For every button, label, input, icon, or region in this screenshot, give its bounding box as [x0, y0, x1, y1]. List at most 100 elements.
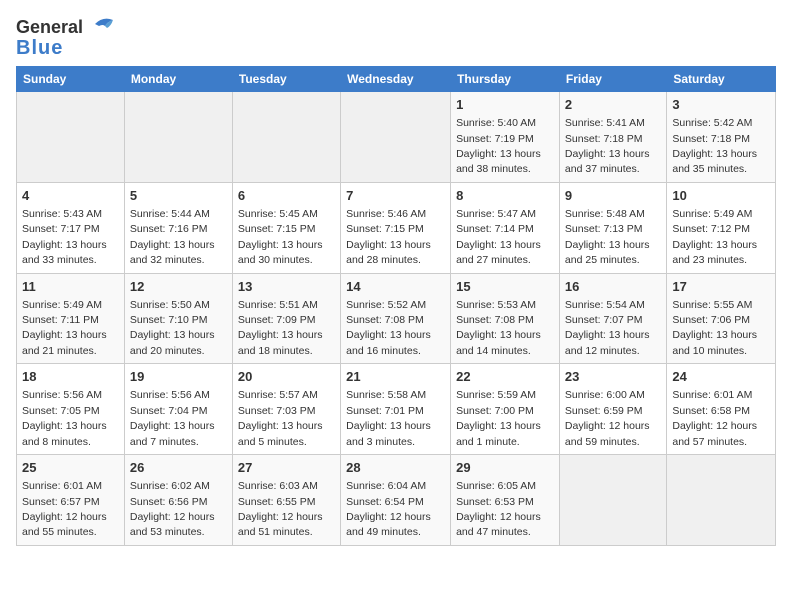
- day-detail: Sunrise: 5:56 AM Sunset: 7:04 PM Dayligh…: [130, 389, 215, 447]
- day-detail: Sunrise: 5:44 AM Sunset: 7:16 PM Dayligh…: [130, 208, 215, 266]
- day-number: 10: [672, 187, 770, 205]
- day-number: 11: [22, 278, 119, 296]
- day-number: 15: [456, 278, 554, 296]
- day-number: 17: [672, 278, 770, 296]
- day-detail: Sunrise: 5:40 AM Sunset: 7:19 PM Dayligh…: [456, 117, 541, 175]
- day-detail: Sunrise: 5:47 AM Sunset: 7:14 PM Dayligh…: [456, 208, 541, 266]
- day-detail: Sunrise: 6:04 AM Sunset: 6:54 PM Dayligh…: [346, 480, 431, 538]
- day-number: 21: [346, 368, 445, 386]
- day-detail: Sunrise: 6:00 AM Sunset: 6:59 PM Dayligh…: [565, 389, 650, 447]
- calendar-cell: 23Sunrise: 6:00 AM Sunset: 6:59 PM Dayli…: [559, 364, 666, 455]
- day-detail: Sunrise: 5:51 AM Sunset: 7:09 PM Dayligh…: [238, 299, 323, 357]
- calendar-cell: 11 Sunrise: 5:49 AM Sunset: 7:11 PM Dayli…: [17, 273, 125, 364]
- header: General Blue: [16, 16, 776, 58]
- calendar-cell: 2 Sunrise: 5:41 AM Sunset: 7:18 PM Daylig…: [559, 92, 666, 183]
- logo-text: General: [16, 18, 83, 36]
- week-row-3: 11 Sunrise: 5:49 AM Sunset: 7:11 PM Dayli…: [17, 273, 776, 364]
- calendar-cell: 27Sunrise: 6:03 AM Sunset: 6:55 PM Dayli…: [232, 455, 340, 546]
- calendar-cell: 8Sunrise: 5:47 AM Sunset: 7:14 PM Daylig…: [451, 182, 560, 273]
- calendar-cell: 3 Sunrise: 5:42 AM Sunset: 7:18 PM Daylig…: [667, 92, 776, 183]
- day-detail: Sunrise: 6:05 AM Sunset: 6:53 PM Dayligh…: [456, 480, 541, 538]
- day-number: 6: [238, 187, 335, 205]
- week-row-2: 4Sunrise: 5:43 AM Sunset: 7:17 PM Daylig…: [17, 182, 776, 273]
- calendar-cell: 1 Sunrise: 5:40 AM Sunset: 7:19 PM Daylig…: [451, 92, 560, 183]
- calendar-cell: 16Sunrise: 5:54 AM Sunset: 7:07 PM Dayli…: [559, 273, 666, 364]
- day-number: 7: [346, 187, 445, 205]
- calendar-cell: 4Sunrise: 5:43 AM Sunset: 7:17 PM Daylig…: [17, 182, 125, 273]
- day-detail: Sunrise: 5:58 AM Sunset: 7:01 PM Dayligh…: [346, 389, 431, 447]
- calendar-cell: [667, 455, 776, 546]
- col-header-sunday: Sunday: [17, 67, 125, 92]
- calendar-cell: 13 Sunrise: 5:51 AM Sunset: 7:09 PM Dayli…: [232, 273, 340, 364]
- calendar-cell: 7 Sunrise: 5:46 AM Sunset: 7:15 PM Daylig…: [341, 182, 451, 273]
- logo-blue-text: Blue: [16, 38, 63, 58]
- calendar-table: SundayMondayTuesdayWednesdayThursdayFrid…: [16, 66, 776, 546]
- calendar-cell: 24 Sunrise: 6:01 AM Sunset: 6:58 PM Dayli…: [667, 364, 776, 455]
- day-detail: Sunrise: 5:55 AM Sunset: 7:06 PM Dayligh…: [672, 299, 757, 357]
- day-number: 3: [672, 96, 770, 114]
- week-row-4: 18 Sunrise: 5:56 AM Sunset: 7:05 PM Dayli…: [17, 364, 776, 455]
- week-row-1: 1 Sunrise: 5:40 AM Sunset: 7:19 PM Daylig…: [17, 92, 776, 183]
- day-detail: Sunrise: 6:02 AM Sunset: 6:56 PM Dayligh…: [130, 480, 215, 538]
- day-number: 25: [22, 459, 119, 477]
- header-row: SundayMondayTuesdayWednesdayThursdayFrid…: [17, 67, 776, 92]
- day-number: 24: [672, 368, 770, 386]
- day-detail: Sunrise: 6:01 AM Sunset: 6:57 PM Dayligh…: [22, 480, 107, 538]
- day-number: 2: [565, 96, 661, 114]
- week-row-5: 25 Sunrise: 6:01 AM Sunset: 6:57 PM Dayli…: [17, 455, 776, 546]
- day-detail: Sunrise: 5:49 AM Sunset: 7:11 PM Dayligh…: [22, 299, 107, 357]
- day-detail: Sunrise: 5:52 AM Sunset: 7:08 PM Dayligh…: [346, 299, 431, 357]
- calendar-cell: 19 Sunrise: 5:56 AM Sunset: 7:04 PM Dayli…: [124, 364, 232, 455]
- day-detail: Sunrise: 5:56 AM Sunset: 7:05 PM Dayligh…: [22, 389, 107, 447]
- day-number: 5: [130, 187, 227, 205]
- calendar-cell: 25 Sunrise: 6:01 AM Sunset: 6:57 PM Dayli…: [17, 455, 125, 546]
- calendar-cell: 22 Sunrise: 5:59 AM Sunset: 7:00 PM Dayli…: [451, 364, 560, 455]
- calendar-cell: 18 Sunrise: 5:56 AM Sunset: 7:05 PM Dayli…: [17, 364, 125, 455]
- day-number: 29: [456, 459, 554, 477]
- col-header-saturday: Saturday: [667, 67, 776, 92]
- day-number: 22: [456, 368, 554, 386]
- calendar-cell: 5 Sunrise: 5:44 AM Sunset: 7:16 PM Daylig…: [124, 182, 232, 273]
- calendar-cell: 17 Sunrise: 5:55 AM Sunset: 7:06 PM Dayli…: [667, 273, 776, 364]
- calendar-cell: [124, 92, 232, 183]
- logo: General Blue: [16, 16, 115, 58]
- col-header-tuesday: Tuesday: [232, 67, 340, 92]
- day-detail: Sunrise: 5:59 AM Sunset: 7:00 PM Dayligh…: [456, 389, 541, 447]
- day-number: 12: [130, 278, 227, 296]
- day-number: 9: [565, 187, 661, 205]
- calendar-cell: [341, 92, 451, 183]
- calendar-cell: 10 Sunrise: 5:49 AM Sunset: 7:12 PM Dayli…: [667, 182, 776, 273]
- day-number: 14: [346, 278, 445, 296]
- day-number: 13: [238, 278, 335, 296]
- calendar-cell: [17, 92, 125, 183]
- logo-bird-icon: [85, 16, 115, 38]
- calendar-cell: 14 Sunrise: 5:52 AM Sunset: 7:08 PM Dayli…: [341, 273, 451, 364]
- day-detail: Sunrise: 5:50 AM Sunset: 7:10 PM Dayligh…: [130, 299, 215, 357]
- day-number: 27: [238, 459, 335, 477]
- calendar-cell: 6Sunrise: 5:45 AM Sunset: 7:15 PM Daylig…: [232, 182, 340, 273]
- col-header-monday: Monday: [124, 67, 232, 92]
- day-number: 28: [346, 459, 445, 477]
- day-number: 19: [130, 368, 227, 386]
- calendar-cell: 12 Sunrise: 5:50 AM Sunset: 7:10 PM Dayli…: [124, 273, 232, 364]
- day-number: 16: [565, 278, 661, 296]
- day-number: 4: [22, 187, 119, 205]
- day-number: 1: [456, 96, 554, 114]
- day-detail: Sunrise: 5:41 AM Sunset: 7:18 PM Dayligh…: [565, 117, 650, 175]
- calendar-cell: [232, 92, 340, 183]
- day-number: 20: [238, 368, 335, 386]
- day-detail: Sunrise: 5:57 AM Sunset: 7:03 PM Dayligh…: [238, 389, 323, 447]
- calendar-cell: 28 Sunrise: 6:04 AM Sunset: 6:54 PM Dayli…: [341, 455, 451, 546]
- day-detail: Sunrise: 5:42 AM Sunset: 7:18 PM Dayligh…: [672, 117, 757, 175]
- day-detail: Sunrise: 5:49 AM Sunset: 7:12 PM Dayligh…: [672, 208, 757, 266]
- day-number: 26: [130, 459, 227, 477]
- calendar-cell: 20 Sunrise: 5:57 AM Sunset: 7:03 PM Dayli…: [232, 364, 340, 455]
- day-number: 18: [22, 368, 119, 386]
- calendar-cell: 21 Sunrise: 5:58 AM Sunset: 7:01 PM Dayli…: [341, 364, 451, 455]
- col-header-thursday: Thursday: [451, 67, 560, 92]
- day-detail: Sunrise: 5:53 AM Sunset: 7:08 PM Dayligh…: [456, 299, 541, 357]
- day-detail: Sunrise: 5:46 AM Sunset: 7:15 PM Dayligh…: [346, 208, 431, 266]
- calendar-cell: 29 Sunrise: 6:05 AM Sunset: 6:53 PM Dayli…: [451, 455, 560, 546]
- day-detail: Sunrise: 6:01 AM Sunset: 6:58 PM Dayligh…: [672, 389, 757, 447]
- col-header-friday: Friday: [559, 67, 666, 92]
